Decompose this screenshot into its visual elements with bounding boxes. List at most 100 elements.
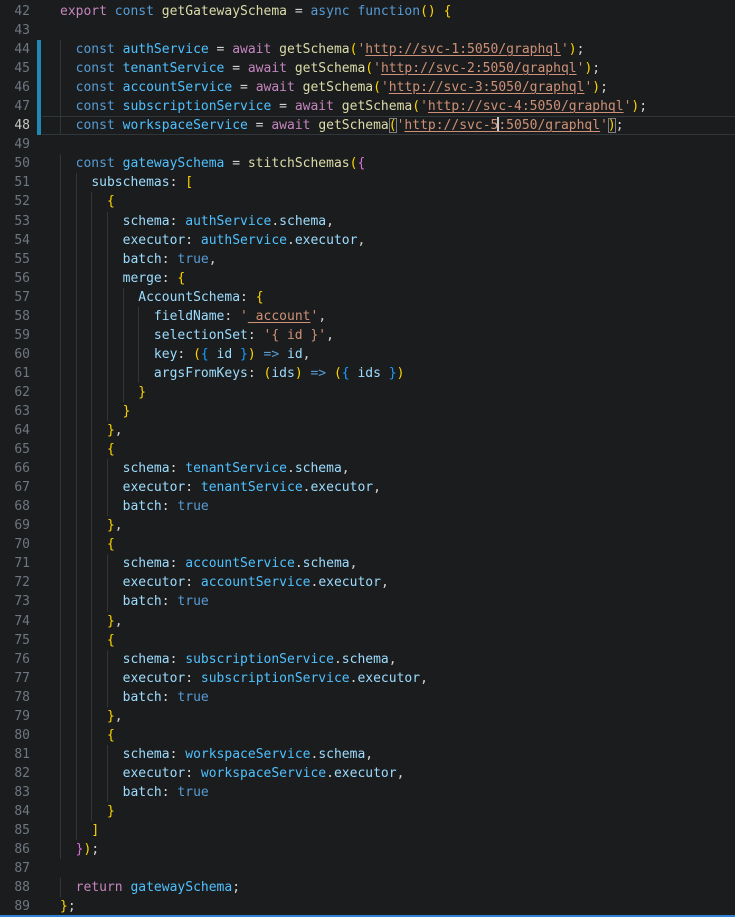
- code-line[interactable]: 57 AccountSchema: {: [0, 288, 735, 307]
- line-number[interactable]: 68: [0, 497, 30, 516]
- code-text[interactable]: schema: subscriptionService.schema,: [60, 650, 735, 669]
- line-number[interactable]: 83: [0, 783, 30, 802]
- line-number[interactable]: 47: [0, 97, 30, 116]
- line-number[interactable]: 80: [0, 726, 30, 745]
- code-text[interactable]: batch: true,: [60, 250, 735, 269]
- code-text[interactable]: const workspaceService = await getSchema…: [60, 116, 735, 135]
- code-text[interactable]: },: [60, 421, 735, 440]
- code-line[interactable]: 88 return gatewaySchema;: [0, 878, 735, 897]
- code-text[interactable]: }: [60, 802, 735, 821]
- code-line[interactable]: 63 }: [0, 402, 735, 421]
- line-number[interactable]: 82: [0, 764, 30, 783]
- line-number[interactable]: 66: [0, 459, 30, 478]
- code-line[interactable]: 86 });: [0, 840, 735, 859]
- line-number[interactable]: 75: [0, 631, 30, 650]
- code-text[interactable]: executor: tenantService.executor,: [60, 478, 735, 497]
- code-text[interactable]: batch: true: [60, 497, 735, 516]
- code-line[interactable]: 52 {: [0, 192, 735, 211]
- code-text[interactable]: batch: true: [60, 592, 735, 611]
- line-number[interactable]: 43: [0, 21, 30, 40]
- code-text[interactable]: {: [60, 192, 735, 211]
- code-line[interactable]: 45 const tenantService = await getSchema…: [0, 59, 735, 78]
- code-line[interactable]: 60 key: ({ id }) => id,: [0, 345, 735, 364]
- code-line[interactable]: 83 batch: true: [0, 783, 735, 802]
- code-line[interactable]: 53 schema: authService.schema,: [0, 212, 735, 231]
- code-text[interactable]: executor: accountService.executor,: [60, 573, 735, 592]
- code-line[interactable]: 61 argsFromKeys: (ids) => ({ ids }): [0, 364, 735, 383]
- code-line[interactable]: 73 batch: true: [0, 592, 735, 611]
- line-number[interactable]: 79: [0, 707, 30, 726]
- code-text[interactable]: executor: subscriptionService.executor,: [60, 669, 735, 688]
- code-line[interactable]: 81 schema: workspaceService.schema,: [0, 745, 735, 764]
- line-number[interactable]: 65: [0, 440, 30, 459]
- code-line[interactable]: 85 ]: [0, 821, 735, 840]
- code-text[interactable]: {: [60, 535, 735, 554]
- line-number[interactable]: 46: [0, 78, 30, 97]
- code-line[interactable]: 78 batch: true: [0, 688, 735, 707]
- line-number[interactable]: 73: [0, 592, 30, 611]
- line-number[interactable]: 61: [0, 364, 30, 383]
- code-text[interactable]: const gatewaySchema = stitchSchemas({: [60, 154, 735, 173]
- code-line[interactable]: 69 },: [0, 516, 735, 535]
- line-number[interactable]: 56: [0, 269, 30, 288]
- line-number[interactable]: 63: [0, 402, 30, 421]
- line-number[interactable]: 89: [0, 897, 30, 916]
- line-number[interactable]: 88: [0, 878, 30, 897]
- code-text[interactable]: {: [60, 440, 735, 459]
- code-text[interactable]: },: [60, 612, 735, 631]
- code-line[interactable]: 43: [0, 21, 735, 40]
- code-line[interactable]: 77 executor: subscriptionService.executo…: [0, 669, 735, 688]
- code-text[interactable]: {: [60, 631, 735, 650]
- code-line[interactable]: 48 const workspaceService = await getSch…: [0, 116, 735, 135]
- code-text[interactable]: return gatewaySchema;: [60, 878, 735, 897]
- line-number[interactable]: 58: [0, 307, 30, 326]
- code-line[interactable]: 71 schema: accountService.schema,: [0, 554, 735, 573]
- line-number[interactable]: 57: [0, 288, 30, 307]
- line-number[interactable]: 53: [0, 212, 30, 231]
- code-text[interactable]: batch: true: [60, 783, 735, 802]
- code-text[interactable]: export const getGatewaySchema = async fu…: [60, 2, 735, 21]
- code-text[interactable]: merge: {: [60, 269, 735, 288]
- line-number[interactable]: 49: [0, 135, 30, 154]
- line-number[interactable]: 59: [0, 326, 30, 345]
- code-text[interactable]: batch: true: [60, 688, 735, 707]
- code-line[interactable]: 70 {: [0, 535, 735, 554]
- code-line[interactable]: 76 schema: subscriptionService.schema,: [0, 650, 735, 669]
- code-text[interactable]: executor: authService.executor,: [60, 231, 735, 250]
- code-text[interactable]: const accountService = await getSchema('…: [60, 78, 735, 97]
- code-line[interactable]: 65 {: [0, 440, 735, 459]
- code-line[interactable]: 46 const accountService = await getSchem…: [0, 78, 735, 97]
- line-number[interactable]: 60: [0, 345, 30, 364]
- code-line[interactable]: 72 executor: accountService.executor,: [0, 573, 735, 592]
- code-text[interactable]: const subscriptionService = await getSch…: [60, 97, 735, 116]
- code-line[interactable]: 56 merge: {: [0, 269, 735, 288]
- code-text[interactable]: }: [60, 383, 735, 402]
- code-text[interactable]: fieldName: '_account',: [60, 307, 735, 326]
- code-text[interactable]: },: [60, 516, 735, 535]
- code-line[interactable]: 67 executor: tenantService.executor,: [0, 478, 735, 497]
- code-line[interactable]: 64 },: [0, 421, 735, 440]
- code-text[interactable]: AccountSchema: {: [60, 288, 735, 307]
- line-number[interactable]: 86: [0, 840, 30, 859]
- code-line[interactable]: 54 executor: authService.executor,: [0, 231, 735, 250]
- code-text[interactable]: }: [60, 402, 735, 421]
- code-line[interactable]: 87: [0, 859, 735, 878]
- code-text[interactable]: schema: authService.schema,: [60, 212, 735, 231]
- code-text[interactable]: executor: workspaceService.executor,: [60, 764, 735, 783]
- line-number[interactable]: 70: [0, 535, 30, 554]
- line-number[interactable]: 64: [0, 421, 30, 440]
- code-line[interactable]: 42export const getGatewaySchema = async …: [0, 2, 735, 21]
- line-number[interactable]: 50: [0, 154, 30, 173]
- code-text[interactable]: subschemas: [: [60, 173, 735, 192]
- line-number[interactable]: 74: [0, 612, 30, 631]
- code-text[interactable]: ]: [60, 821, 735, 840]
- code-line[interactable]: 58 fieldName: '_account',: [0, 307, 735, 326]
- line-number[interactable]: 85: [0, 821, 30, 840]
- code-line[interactable]: 84 }: [0, 802, 735, 821]
- line-number[interactable]: 67: [0, 478, 30, 497]
- code-line[interactable]: 79 },: [0, 707, 735, 726]
- code-text[interactable]: schema: accountService.schema,: [60, 554, 735, 573]
- line-number[interactable]: 84: [0, 802, 30, 821]
- code-text[interactable]: key: ({ id }) => id,: [60, 345, 735, 364]
- line-number[interactable]: 78: [0, 688, 30, 707]
